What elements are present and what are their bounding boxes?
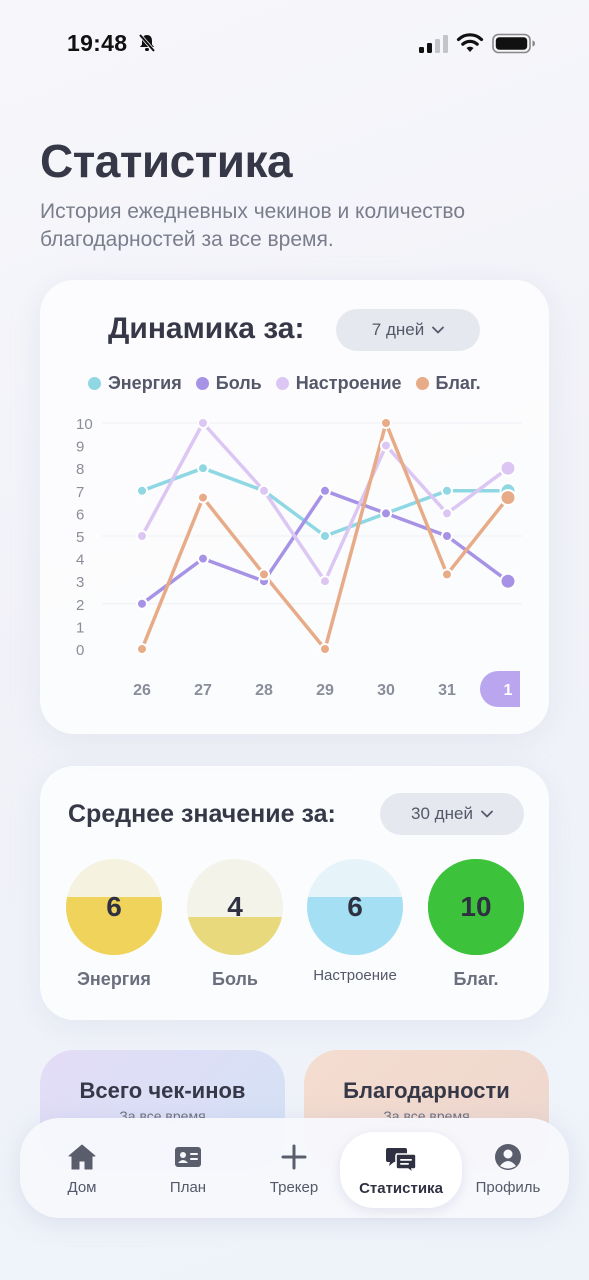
- average-item-gratitude[interactable]: 10 Благ.: [426, 859, 526, 990]
- dynamics-card: Динамика за: 7 дней Энергия Боль Настрое…: [40, 280, 549, 734]
- page-subtitle: История ежедневных чекинов и количество …: [40, 200, 466, 251]
- average-item-energy[interactable]: 6 Энергия: [64, 859, 164, 990]
- tab-plan[interactable]: План: [148, 1118, 228, 1218]
- average-item-mood[interactable]: 6 Настроение: [305, 859, 405, 984]
- data-point: [499, 459, 517, 477]
- tab-home[interactable]: Дом: [42, 1118, 122, 1218]
- home-icon: [68, 1144, 96, 1169]
- data-point: [258, 568, 270, 581]
- y-tick-label: 3: [76, 574, 84, 591]
- chevron-down-icon: [481, 810, 493, 818]
- average-title: Среднее значение за:: [68, 800, 336, 828]
- average-period-label: 30 дней: [411, 804, 473, 823]
- y-tick-label: 2: [76, 597, 84, 614]
- tab-label: Статистика: [359, 1179, 443, 1197]
- profile-icon: [495, 1143, 521, 1170]
- data-point: [319, 575, 331, 588]
- average-period-dropdown[interactable]: 30 дней: [380, 793, 524, 835]
- data-point: [319, 530, 331, 542]
- data-point: [499, 572, 517, 590]
- series-line: [140, 466, 510, 538]
- average-item-pain[interactable]: 4 Боль: [185, 859, 285, 990]
- average-card: Среднее значение за: 30 дней 6 Энергия 4…: [40, 766, 549, 1020]
- total-checkins-title: Всего чек-инов: [79, 1078, 246, 1103]
- id-card-icon: [175, 1146, 201, 1167]
- x-tick-label: 30: [377, 682, 395, 699]
- x-tick-label: 1: [504, 682, 513, 699]
- x-tick-label: 29: [316, 682, 334, 699]
- tab-label: Трекер: [269, 1178, 319, 1196]
- data-point: [319, 643, 331, 655]
- data-point: [136, 597, 148, 610]
- average-value: 6: [106, 891, 122, 922]
- data-point: [197, 552, 209, 565]
- average-label: Энергия: [77, 969, 151, 989]
- y-tick-label: 1: [76, 619, 84, 636]
- y-tick-label: 5: [76, 529, 84, 546]
- average-label: Боль: [212, 969, 258, 989]
- chat-bubbles-icon: [386, 1147, 417, 1175]
- average-value: 4: [227, 891, 243, 922]
- data-point: [499, 489, 517, 507]
- average-gauge: 6: [66, 859, 162, 955]
- x-tick-label: 31: [438, 682, 456, 699]
- wifi-icon: [456, 33, 484, 52]
- average-label: Благ.: [453, 969, 499, 989]
- tab-label: Профиль: [475, 1178, 541, 1196]
- data-point: [136, 484, 148, 497]
- bottom-tab-bar: Дом План Трекер Статистика Профиль: [20, 1118, 569, 1218]
- y-tick-label: 6: [76, 506, 84, 523]
- y-tick-label: 8: [76, 461, 84, 478]
- plus-icon: [281, 1144, 307, 1169]
- status-time: 19:48: [67, 30, 128, 56]
- bell-muted-icon: [138, 33, 156, 53]
- page-title: Статистика: [40, 135, 293, 187]
- average-label: Настроение: [313, 967, 397, 984]
- data-point: [197, 462, 209, 475]
- tab-profile[interactable]: Профиль: [468, 1118, 548, 1218]
- x-tick-label: 27: [194, 682, 212, 699]
- average-gauge: 4: [187, 859, 283, 955]
- average-gauge: 6: [307, 859, 403, 955]
- data-point: [136, 530, 148, 542]
- data-point: [197, 417, 209, 429]
- data-point: [319, 484, 331, 497]
- y-tick-label: 10: [76, 416, 93, 433]
- data-point: [136, 643, 148, 655]
- y-tick-label: 7: [76, 484, 84, 501]
- y-tick-label: 4: [76, 552, 84, 569]
- cellular-signal-icon: [419, 35, 448, 53]
- data-point: [380, 417, 392, 429]
- tab-label: План: [169, 1178, 207, 1196]
- y-tick-label: 9: [76, 439, 84, 456]
- average-value: 10: [460, 891, 492, 922]
- data-point: [380, 439, 392, 452]
- tab-statistics[interactable]: Статистика: [340, 1132, 462, 1208]
- status-bar: 19:48: [0, 0, 589, 80]
- data-point: [441, 530, 453, 542]
- data-point: [197, 491, 209, 504]
- data-point: [441, 507, 453, 520]
- data-point: [441, 568, 453, 581]
- series-line: [140, 421, 510, 583]
- data-point: [380, 507, 392, 520]
- average-value: 6: [347, 891, 363, 922]
- tab-label: Дом: [67, 1178, 97, 1196]
- tab-tracker[interactable]: Трекер: [254, 1118, 334, 1218]
- line-chart: 10987654321026 27 28 29 30 31 1: [76, 416, 522, 699]
- x-tick-label: 26: [133, 682, 151, 699]
- y-tick-label: 0: [76, 642, 84, 659]
- battery-icon: [492, 33, 535, 54]
- data-point: [441, 484, 453, 497]
- average-gauge: 10: [428, 859, 524, 955]
- gratitude-title: Благодарности: [343, 1078, 510, 1103]
- data-point: [258, 484, 270, 497]
- x-tick-label: 28: [255, 682, 273, 699]
